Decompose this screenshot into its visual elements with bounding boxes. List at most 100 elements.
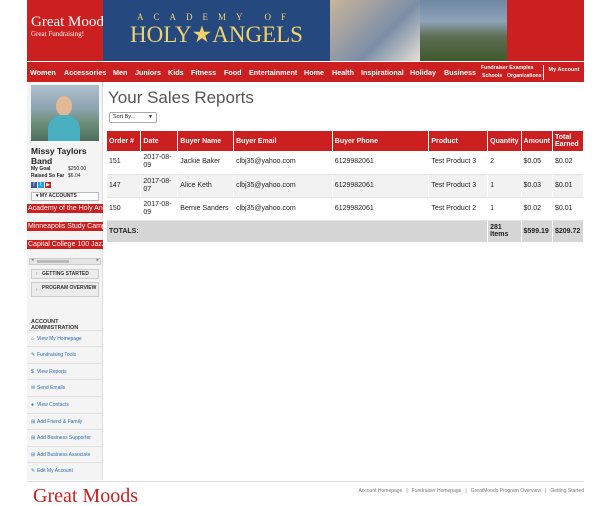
nav-women[interactable]: Women: [30, 68, 56, 77]
account-link-minneapolis[interactable]: Minneapolis Study Camp: [27, 222, 103, 231]
col-order[interactable]: Order #: [107, 131, 142, 151]
cell-quantity: 1: [487, 174, 522, 198]
cell-amount: $0.02: [521, 197, 553, 221]
footer-separator: |: [465, 488, 467, 494]
admin-link-label: View Reports: [37, 369, 67, 375]
admin-link-send-emails[interactable]: ✉ Send Emails: [27, 379, 103, 395]
cell-date: 2017-08-07: [140, 174, 179, 198]
cell-quantity: 2: [487, 151, 522, 175]
chevron-right-icon: ›: [36, 287, 38, 293]
nav-holiday[interactable]: Holiday: [410, 68, 436, 77]
nav-inspirational[interactable]: Inspirational: [361, 68, 404, 77]
academy-line2: HOLY★ANGELS: [130, 22, 303, 47]
youtube-icon[interactable]: ▶: [45, 182, 51, 188]
twitter-icon[interactable]: t: [38, 182, 44, 188]
academy-line1: ACADEMY OF: [137, 12, 296, 22]
cell-order: 150: [107, 197, 142, 221]
accounts-scrollbar[interactable]: ◂ ▸: [29, 257, 101, 265]
table-row: 150 2017-08-09 Bernie Sanders clbj35@yah…: [107, 197, 585, 221]
nav-business[interactable]: Business: [444, 68, 476, 77]
admin-link-view-reports[interactable]: $ View Reports: [27, 363, 103, 379]
cell-order: 151: [107, 151, 142, 175]
admin-link-edit-account[interactable]: ✎ Edit My Account: [27, 462, 103, 478]
col-quantity[interactable]: Quantity: [487, 131, 522, 151]
cell-date: 2017-08-09: [140, 151, 179, 175]
cell-order: 147: [107, 174, 142, 198]
col-date[interactable]: Date: [140, 131, 179, 151]
cell-product: Test Product 2: [428, 197, 489, 221]
program-overview-button[interactable]: › PROGRAM OVERVIEW: [31, 282, 99, 297]
chevron-right-icon: ›: [36, 271, 38, 277]
footer-link-account-homepage[interactable]: Account Homepage: [358, 488, 402, 494]
nav-fitness[interactable]: Fitness: [191, 68, 216, 77]
cell-product: Test Product 3: [428, 174, 489, 198]
admin-link-add-business-associate[interactable]: ⊞ Add Business Associate: [27, 446, 103, 462]
nav-entertainment[interactable]: Entertainment: [249, 68, 297, 77]
avatar: [31, 85, 99, 141]
cell-buyer-phone: 6129982061: [332, 151, 430, 175]
col-buyer-name[interactable]: Buyer Name: [177, 131, 235, 151]
nav-juniors[interactable]: Juniors: [135, 68, 161, 77]
account-link-holy-angels[interactable]: Academy of the Holy Angels: [27, 204, 103, 213]
admin-link-view-homepage[interactable]: ⌂ View My Homepage: [27, 330, 103, 346]
avatar-body: [48, 115, 80, 141]
logo-text: Great Moods: [31, 14, 110, 30]
nav-men[interactable]: Men: [113, 68, 127, 77]
admin-link-add-business-supporter[interactable]: ⊞ Add Business Supporter: [27, 429, 103, 445]
table-row: 147 2017-08-07 Alice Keth clbj35@yahoo.c…: [107, 174, 585, 198]
raised-label: Raised So Far: [31, 173, 65, 179]
col-product[interactable]: Product: [428, 131, 489, 151]
footer-logo[interactable]: Great Moods: [33, 486, 138, 506]
admin-link-label: Send Emails: [37, 385, 66, 391]
chevron-down-icon: ▼: [148, 114, 153, 120]
table-row: 151 2017-08-09 Jackie Baker clbj35@yahoo…: [107, 151, 585, 175]
footer-link-fundraiser-homepage[interactable]: Fundraiser Homepage: [412, 488, 462, 494]
nav-organizations[interactable]: Organizations: [507, 73, 542, 79]
totals-earned: $209.72: [552, 220, 585, 242]
scroll-left-icon[interactable]: ◂: [31, 257, 34, 263]
col-buyer-phone[interactable]: Buyer Phone: [332, 131, 430, 151]
goal-label: My Goal: [31, 166, 51, 172]
my-accounts-toggle[interactable]: ▾ MY ACCOUNTS: [31, 192, 99, 201]
program-overview-label: PROGRAM OVERVIEW: [42, 285, 97, 291]
greatmoods-logo[interactable]: Great Moods Great Fundraising!: [31, 15, 110, 39]
getting-started-label: GETTING STARTED: [42, 271, 89, 277]
my-account-link[interactable]: My Account: [543, 65, 584, 80]
scrollbar-thumb[interactable]: [37, 260, 69, 263]
campus-image: [420, 0, 507, 61]
footer-link-getting-started[interactable]: Getting Started: [550, 488, 584, 494]
header-banner: Great Moods Great Fundraising! ACADEMY O…: [27, 0, 584, 61]
facebook-icon[interactable]: f: [31, 182, 37, 188]
page-title: Your Sales Reports: [108, 88, 254, 107]
nav-health[interactable]: Health: [332, 68, 354, 77]
social-icons: f t ▶: [31, 182, 51, 188]
admin-link-view-contacts[interactable]: ● View Contacts: [27, 396, 103, 412]
category-nav: Women Accessories Men Juniors Kids Fitne…: [27, 62, 584, 82]
scroll-right-icon[interactable]: ▸: [96, 257, 99, 263]
nav-home[interactable]: Home: [304, 68, 324, 77]
totals-amount: $599.19: [521, 220, 553, 242]
admin-link-label: View Contacts: [37, 402, 69, 408]
nav-accessories[interactable]: Accessories: [64, 68, 106, 77]
cell-product: Test Product 3: [428, 151, 489, 175]
col-buyer-email[interactable]: Buyer Email: [233, 131, 333, 151]
sort-by-select[interactable]: Sort By... ▼: [109, 112, 157, 123]
footer-link-program-overview[interactable]: GreatMoods Program Overview: [471, 488, 541, 494]
nav-food[interactable]: Food: [224, 68, 242, 77]
nav-schools[interactable]: Schools: [482, 73, 502, 79]
user-name: Missy Taylors Band: [31, 146, 87, 166]
table-header-row: Order # Date Buyer Name Buyer Email Buye…: [107, 131, 585, 151]
admin-link-add-friend[interactable]: ⊞ Add Friend & Family: [27, 413, 103, 429]
raised-stat: Raised So Far $6.04: [31, 173, 81, 179]
cell-buyer-phone: 6129982061: [332, 197, 430, 221]
getting-started-button[interactable]: › GETTING STARTED: [31, 269, 99, 279]
nav-kids[interactable]: Kids: [168, 68, 184, 77]
footer-divider: [27, 481, 584, 482]
cell-buyer-name: Jackie Baker: [177, 151, 235, 175]
account-sidebar: Missy Taylors Band My Goal $250.00 Raise…: [27, 82, 103, 480]
account-link-capital-college[interactable]: Capital College 100 Jazz Band: [27, 240, 103, 249]
admin-link-fundraising-tools[interactable]: ✎ Fundraising Tools: [27, 346, 103, 362]
footer-separator: |: [406, 488, 408, 494]
col-total-earned[interactable]: Total Earned: [552, 131, 585, 151]
col-amount[interactable]: Amount: [521, 131, 553, 151]
